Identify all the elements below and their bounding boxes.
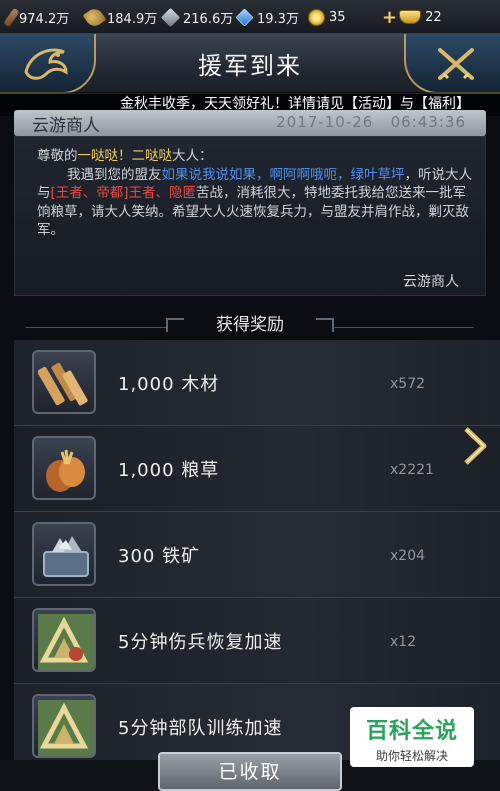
resource-wood[interactable]: 974.2万 <box>3 0 70 34</box>
reward-item-frame <box>32 694 96 758</box>
watermark-subtitle: 助你轻松解决 <box>375 749 448 763</box>
watermark-title: 百科全说 <box>365 719 458 744</box>
resource-gem[interactable]: 19.3万 <box>235 0 299 34</box>
reward-item-count: x12 <box>390 634 417 650</box>
mail-header: 援军到来 <box>0 34 500 94</box>
reward-item-frame <box>32 522 96 586</box>
ally-names: 如果说我说如果，啊阿啊哦呃，绿叶草坪 <box>161 166 405 183</box>
resource-gold-value: 22 <box>425 9 442 25</box>
resource-food-value: 184.9万 <box>107 11 158 27</box>
divider <box>334 327 474 328</box>
reward-item-frame <box>32 608 96 672</box>
iron-icon <box>160 7 181 27</box>
resource-bar: 974.2万 184.9万 216.6万 19.3万 35 + 22 <box>0 0 500 34</box>
greeting-suffix: 大人： <box>172 148 213 164</box>
reward-item-count: x204 <box>390 548 426 564</box>
rewards-header: 获得奖励 <box>0 300 500 340</box>
reward-list[interactable]: 1,000 木材 x572 1,000 粮草 x2221 300 铁矿 x204 <box>14 340 500 760</box>
coin-icon <box>308 8 325 26</box>
enemy-names: [王者、帝都]王者、隐匿 <box>50 185 197 201</box>
heal-speedup-icon <box>38 614 94 670</box>
resource-food[interactable]: 184.9万 <box>82 0 158 34</box>
food-icon <box>82 5 107 29</box>
resource-coin-value: 35 <box>329 9 346 25</box>
greeting-name: 一哒哒！二哒哒 <box>77 148 173 164</box>
reward-row[interactable]: 1,000 木材 x572 <box>14 340 500 426</box>
wood-icon <box>38 362 88 406</box>
mail-time: 06:43:36 <box>390 113 466 131</box>
mail-date: 2017-10-26 <box>276 113 374 131</box>
train-speedup-icon <box>38 700 94 756</box>
reward-item-name: 5分钟伤兵恢复加速 <box>118 632 283 653</box>
ornament <box>316 318 334 332</box>
reward-item-count: x2221 <box>390 462 434 478</box>
reward-item-name: 300 铁矿 <box>118 546 201 567</box>
greeting-prefix: 尊敬的 <box>37 148 78 164</box>
mail-letter: 尊敬的一哒哒！二哒哒大人： 我遇到您的盟友如果说我说如果，啊阿啊哦呃，绿叶草坪，… <box>14 136 486 296</box>
reward-row[interactable]: 5分钟伤兵恢复加速 x12 <box>14 598 500 684</box>
mail-sender: 云游商人 <box>32 116 100 136</box>
mail-datetime: 2017-10-26 06:43:36 <box>276 113 466 131</box>
resource-wood-value: 974.2万 <box>19 11 70 27</box>
add-gold-icon[interactable]: + <box>382 7 397 28</box>
reward-item-name: 1,000 木材 <box>118 374 220 395</box>
resource-coin[interactable]: 35 <box>308 0 346 34</box>
rewards-title: 获得奖励 <box>216 315 284 335</box>
reward-item-name: 5分钟部队训练加速 <box>118 718 283 739</box>
food-icon <box>46 449 85 492</box>
mail-signature: 云游商人 <box>403 274 459 290</box>
reward-item-frame <box>32 350 96 414</box>
resource-gold[interactable]: + 22 <box>382 0 442 34</box>
reward-item-count: x572 <box>390 376 426 392</box>
reward-row[interactable]: 1,000 粮草 x2221 <box>14 426 500 512</box>
iron-icon <box>43 536 89 577</box>
watermark-logo: 百科全说 助你轻松解决 <box>350 707 474 767</box>
resource-iron-value: 216.6万 <box>183 11 234 27</box>
mail-meta-bar: 云游商人 2017-10-26 06:43:36 <box>14 110 486 136</box>
crossed-swords-close-icon[interactable] <box>434 44 478 84</box>
claimed-button[interactable]: 已收取 <box>158 752 342 791</box>
close-button[interactable] <box>404 34 500 94</box>
resource-gem-value: 19.3万 <box>257 11 299 27</box>
gem-icon <box>235 7 254 27</box>
gold-ingot-icon <box>399 10 422 24</box>
reward-item-frame <box>32 436 96 500</box>
wood-icon <box>3 7 20 27</box>
resource-iron[interactable]: 216.6万 <box>160 0 234 34</box>
mail-body: 尊敬的一哒哒！二哒哒大人： 我遇到您的盟友如果说我说如果，啊阿啊哦呃，绿叶草坪，… <box>37 147 477 240</box>
reward-row[interactable]: 300 铁矿 x204 <box>14 512 500 598</box>
body-part-1: 我遇到您的盟友 <box>67 166 162 183</box>
reward-item-name: 1,000 粮草 <box>118 460 220 481</box>
next-page-arrow-icon[interactable] <box>460 425 490 467</box>
